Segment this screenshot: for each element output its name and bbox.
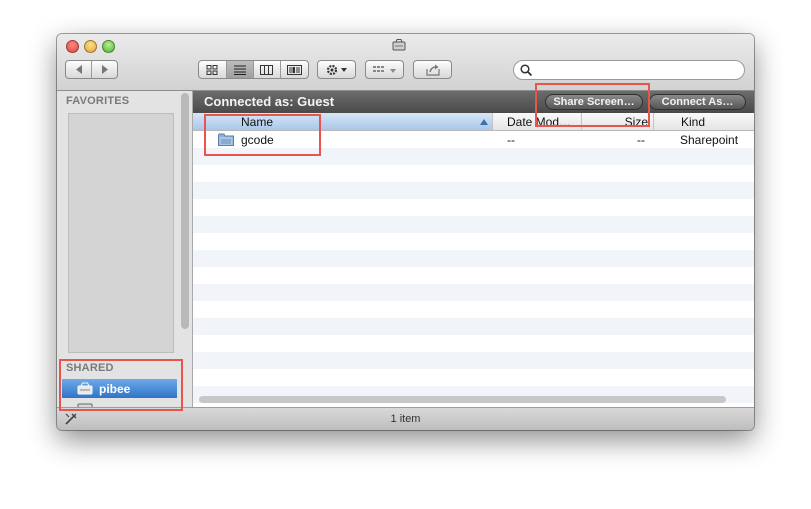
network-drive-icon xyxy=(392,39,406,51)
empty-row xyxy=(193,267,754,284)
column-kind[interactable]: Kind xyxy=(654,113,754,130)
empty-row xyxy=(193,199,754,216)
empty-row xyxy=(193,250,754,267)
empty-row xyxy=(193,216,754,233)
coverflow-view-icon xyxy=(287,64,303,75)
share-button[interactable] xyxy=(413,60,452,79)
empty-row xyxy=(193,233,754,250)
search-field[interactable] xyxy=(513,60,745,80)
back-forward-control xyxy=(65,60,118,79)
file-size: -- xyxy=(637,132,645,147)
share-icon xyxy=(425,64,440,76)
file-date-modified: -- xyxy=(507,132,515,147)
connection-bar: Connected as: Guest Share Screen… Connec… xyxy=(193,91,754,113)
empty-row xyxy=(193,335,754,352)
favorites-list xyxy=(68,113,174,353)
forward-button[interactable] xyxy=(92,61,117,78)
action-menu-button[interactable] xyxy=(317,60,356,79)
gear-icon xyxy=(326,64,347,75)
minimize-window-button[interactable] xyxy=(84,40,97,53)
icon-view-button[interactable] xyxy=(199,61,227,78)
annotation-box-shared xyxy=(59,359,183,411)
column-label: Kind xyxy=(681,114,706,129)
empty-row xyxy=(193,369,754,386)
empty-row xyxy=(193,284,754,301)
list-view-icon xyxy=(233,65,246,75)
close-window-button[interactable] xyxy=(66,40,79,53)
chevron-left-icon xyxy=(75,65,82,74)
annotation-box-share-screen xyxy=(535,83,650,127)
file-kind: Sharepoint xyxy=(680,132,739,147)
connect-as-button[interactable]: Connect As… xyxy=(649,94,746,110)
zoom-window-button[interactable] xyxy=(102,40,115,53)
sidebar-scrollbar[interactable] xyxy=(181,93,189,329)
list-view-button[interactable] xyxy=(226,61,254,78)
favorites-heading: FAVORITES xyxy=(66,95,130,107)
annotation-box-gcode xyxy=(204,114,321,156)
empty-row xyxy=(193,301,754,318)
chevron-right-icon xyxy=(101,65,108,74)
horizontal-scrollbar[interactable] xyxy=(199,396,726,403)
empty-row xyxy=(193,182,754,199)
file-list: gcode -- -- Sharepoint xyxy=(193,131,754,403)
item-count: 1 item xyxy=(390,413,421,425)
view-mode-control xyxy=(198,60,309,79)
arrange-icon xyxy=(372,65,396,73)
empty-row xyxy=(193,318,754,335)
empty-row xyxy=(193,352,754,369)
search-input[interactable] xyxy=(536,63,740,79)
sort-ascending-icon xyxy=(480,119,488,125)
search-icon xyxy=(520,64,532,76)
arrange-menu-button[interactable] xyxy=(365,60,404,79)
back-button[interactable] xyxy=(66,61,92,78)
coverflow-view-button[interactable] xyxy=(281,61,308,78)
column-view-button[interactable] xyxy=(254,61,282,78)
icon-view-icon xyxy=(206,64,218,75)
column-view-icon xyxy=(260,64,274,75)
connection-status: Connected as: Guest xyxy=(204,94,335,109)
empty-row xyxy=(193,165,754,182)
